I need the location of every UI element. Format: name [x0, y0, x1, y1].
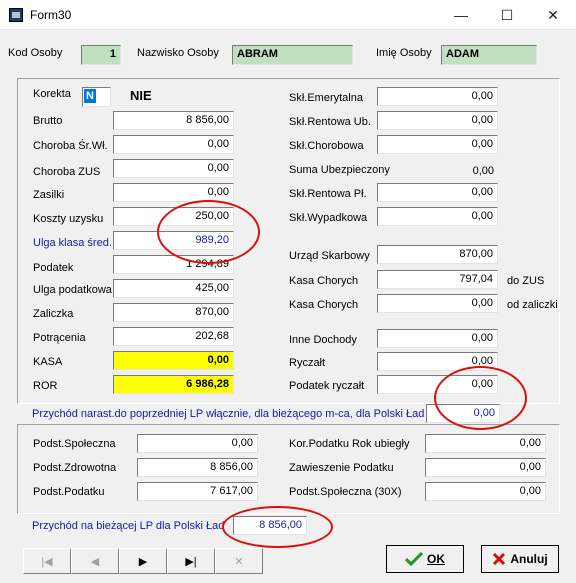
choroba-sr-label: Choroba Śr.Wł.	[33, 140, 108, 152]
podst-podatku-field[interactable]: 7 617,00	[137, 482, 258, 501]
minimize-button[interactable]: —	[438, 0, 484, 30]
skl-rentowa-pl-field[interactable]: 0,00	[377, 183, 498, 202]
ryczalt-field[interactable]: 0,00	[377, 352, 498, 371]
korekta-label: Korekta	[33, 88, 71, 100]
podst-spoleczna-label: Podst.Społeczna	[33, 438, 116, 450]
close-button[interactable]: ✕	[530, 0, 576, 30]
maximize-button[interactable]: ☐	[484, 0, 530, 30]
kasa-chorych-zaliczki-field[interactable]: 0,00	[377, 294, 498, 313]
title-bar: Form30 — ☐ ✕	[0, 0, 576, 30]
skl-wypadkowa-label: Skł.Wypadkowa	[289, 212, 368, 224]
nazwisko-osoby-field: ABRAM	[232, 45, 353, 65]
zasilki-field[interactable]: 0,00	[113, 183, 234, 202]
korekta-value: N	[84, 89, 96, 103]
kasa-chorych-zaliczki-label: Kasa Chorych	[289, 299, 359, 311]
choroba-zus-label: Choroba ZUS	[33, 166, 101, 178]
imie-osoby-label: Imię Osoby	[376, 47, 432, 59]
ryczalt-label: Ryczałt	[289, 357, 326, 369]
ror-field[interactable]: 6 986,28	[113, 375, 234, 394]
kod-osoby-label: Kod Osoby	[8, 47, 63, 59]
kasa-label: KASA	[33, 356, 63, 368]
korekta-field[interactable]: N	[82, 87, 111, 107]
brutto-field[interactable]: 8 856,00	[113, 111, 234, 130]
suma-ubezpieczony-value: 0,00	[472, 165, 494, 177]
choroba-zus-field[interactable]: 0,00	[113, 159, 234, 178]
cancel-label: Anuluj	[510, 552, 548, 566]
podst-spoleczna-field[interactable]: 0,00	[137, 434, 258, 453]
kasa-chorych-zus-label: Kasa Chorych	[289, 275, 359, 287]
ulga-klasa-field[interactable]: 989,20	[113, 231, 234, 250]
kod-osoby-field: 1	[81, 45, 121, 65]
skl-chorobowa-field[interactable]: 0,00	[377, 135, 498, 154]
skl-wypadkowa-field[interactable]: 0,00	[377, 207, 498, 226]
podatek-field[interactable]: 1 294,89	[113, 255, 234, 274]
potracenia-label: Potrącenia	[33, 332, 86, 344]
zasilki-label: Zasilki	[33, 189, 65, 201]
cross-icon	[493, 552, 506, 566]
nav-last-button[interactable]: ▶|	[167, 548, 215, 574]
skl-rentowa-pl-label: Skł.Rentowa Pł.	[289, 188, 367, 200]
skl-chorobowa-label: Skł.Chorobowa	[289, 140, 364, 152]
skl-rentowa-ub-label: Skł.Rentowa Ub.	[289, 116, 371, 128]
kasa-chorych-zaliczki-suffix: od zaliczki	[507, 299, 558, 311]
inne-dochody-label: Inne Dochody	[289, 334, 357, 346]
inne-dochody-field[interactable]: 0,00	[377, 329, 498, 348]
kasa-chorych-zus-suffix: do ZUS	[507, 275, 545, 287]
checkmark-icon	[405, 552, 423, 566]
cancel-button[interactable]: Anuluj	[481, 545, 559, 573]
koszty-uzysku-label: Koszty uzysku	[33, 213, 104, 225]
potracenia-field[interactable]: 202,68	[113, 327, 234, 346]
urzad-skarbowy-label: Urząd Skarbowy	[289, 250, 370, 262]
nazwisko-osoby-label: Nazwisko Osoby	[137, 47, 219, 59]
ulga-podatkowa-label: Ulga podatkowa	[33, 284, 112, 296]
podatek-ryczalt-label: Podatek ryczałt	[289, 380, 365, 392]
podatek-ryczalt-field[interactable]: 0,00	[377, 375, 498, 394]
imie-osoby-field: ADAM	[441, 45, 537, 65]
suma-ubezpieczony-label: Suma Ubezpieczony	[289, 164, 390, 176]
ulga-klasa-label: Ulga klasa śred.	[33, 237, 112, 249]
skl-emerytalna-field[interactable]: 0,00	[377, 87, 498, 106]
podst-spoleczna-30x-label: Podst.Społeczna (30X)	[289, 486, 402, 498]
nav-prev-button[interactable]: ◀	[71, 548, 119, 574]
przychod-narast-label: Przychód narast.do poprzedniej LP włączn…	[32, 408, 425, 420]
przychod-narast-field[interactable]: 0,00	[426, 404, 500, 423]
przychod-biezacy-field[interactable]: 8 856,00	[233, 516, 307, 535]
urzad-skarbowy-field[interactable]: 870,00	[377, 245, 498, 264]
ok-button[interactable]: OK	[386, 545, 464, 573]
podst-zdrowotna-label: Podst.Zdrowotna	[33, 462, 117, 474]
ror-label: ROR	[33, 380, 58, 392]
podst-spoleczna-30x-field[interactable]: 0,00	[425, 482, 546, 501]
przychod-biezacy-label: Przychód na bieżącej LP dla Polski Ład	[32, 520, 225, 532]
nav-next-button[interactable]: ▶	[119, 548, 167, 574]
zaliczka-field[interactable]: 870,00	[113, 303, 234, 322]
nav-delete-button[interactable]: ✕	[215, 548, 263, 574]
kasa-chorych-zus-field[interactable]: 797,04	[377, 270, 498, 289]
brutto-label: Brutto	[33, 115, 63, 127]
window-title: Form30	[30, 8, 72, 22]
zawieszenie-podatku-field[interactable]: 0,00	[425, 458, 546, 477]
kasa-field[interactable]: 0,00	[113, 351, 234, 370]
koszty-uzysku-field[interactable]: 250,00	[113, 207, 234, 226]
nav-first-button[interactable]: |◀	[23, 548, 71, 574]
choroba-sr-field[interactable]: 0,00	[113, 135, 234, 154]
podst-podatku-label: Podst.Podatku	[33, 486, 105, 498]
ok-label: OK	[427, 552, 445, 566]
kor-podatku-field[interactable]: 0,00	[425, 434, 546, 453]
zaliczka-label: Zaliczka	[33, 308, 74, 320]
korekta-text: NIE	[130, 88, 152, 103]
app-icon	[9, 8, 23, 22]
skl-rentowa-ub-field[interactable]: 0,00	[377, 111, 498, 130]
kor-podatku-label: Kor.Podatku Rok ubiegły	[289, 438, 410, 450]
ulga-podatkowa-field[interactable]: 425,00	[113, 279, 234, 298]
podst-zdrowotna-field[interactable]: 8 856,00	[137, 458, 258, 477]
skl-emerytalna-label: Skł.Emerytalna	[289, 92, 363, 104]
podatek-label: Podatek	[33, 262, 74, 274]
zawieszenie-podatku-label: Zawieszenie Podatku	[289, 462, 394, 474]
